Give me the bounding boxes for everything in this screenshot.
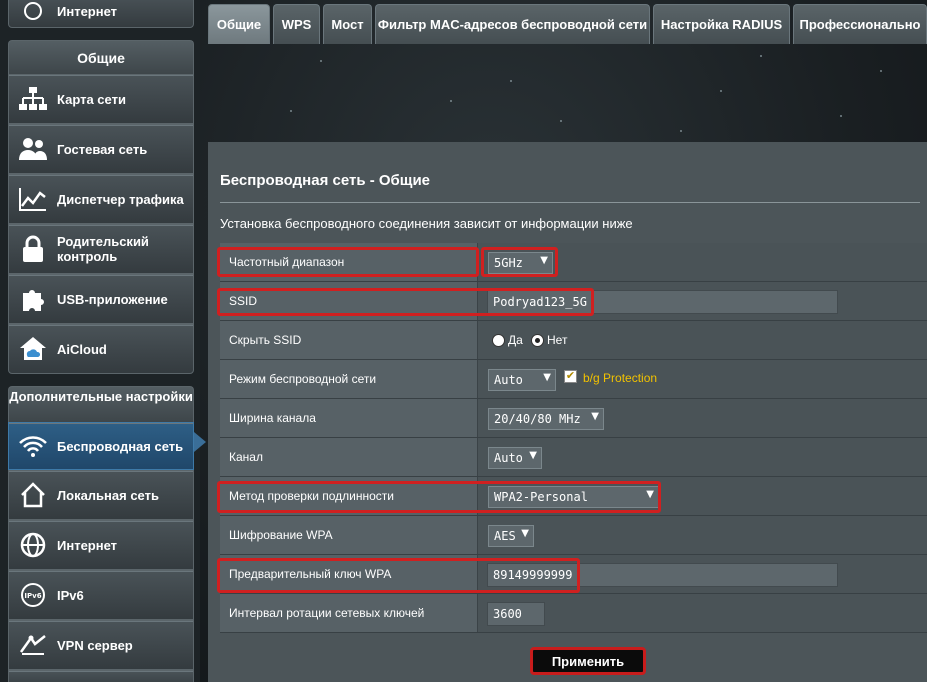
tab-wps[interactable]: WPS (273, 4, 320, 44)
tab-mac-filter[interactable]: Фильтр MAC-адресов беспроводной сети (375, 4, 650, 44)
sidebar-group-advanced: Дополнительные настройки (8, 386, 194, 422)
home-icon (13, 475, 53, 515)
panel-description: Установка беспроводного соединения завис… (220, 216, 633, 231)
bg-protection-label: b/g Protection (583, 371, 658, 385)
sidebar-item-label: USB-приложение (57, 291, 168, 307)
apply-button[interactable]: Применить (530, 647, 646, 675)
sidebar-item-label: Родительский контроль (57, 234, 149, 264)
row-rekey-interval: Интервал ротации сетевых ключей 3600 (220, 594, 927, 633)
hide-ssid-no-label: Нет (547, 333, 568, 347)
vpn-icon (13, 625, 53, 665)
globe-icon (13, 525, 53, 565)
star-decoration (290, 110, 292, 112)
star-decoration (720, 90, 722, 92)
tab-general[interactable]: Общие (208, 4, 270, 44)
sidebar-item-aicloud[interactable]: AiCloud (8, 324, 194, 374)
channel-width-select[interactable]: 20/40/80 MHz ▼ (488, 408, 604, 430)
wireless-mode-value: Auto (494, 373, 523, 387)
traffic-chart-icon (13, 179, 53, 219)
wpa-encryption-value: AES (494, 529, 516, 543)
divider (220, 202, 920, 203)
row-hide-ssid: Скрыть SSID Да Нет (220, 321, 927, 360)
sidebar-item-traffic-manager[interactable]: Диспетчер трафика (8, 174, 194, 224)
sidebar-item-label: Интернет (57, 537, 118, 553)
highlight-wpa-psk (217, 558, 580, 593)
star-decoration (450, 100, 452, 102)
star-decoration (840, 115, 842, 117)
page-title: Беспроводная сеть - Общие (220, 172, 431, 189)
chevron-down-icon: ▼ (521, 528, 529, 539)
sidebar-item-label: Беспроводная сеть (57, 438, 184, 454)
sidebar-item-ipv6[interactable]: IPv6 IPv6 (8, 570, 194, 620)
sidebar-item-label: AiCloud (57, 341, 107, 357)
channel-select[interactable]: Auto ▼ (488, 447, 542, 469)
chevron-down-icon: ▼ (529, 450, 537, 461)
star-decoration (560, 120, 562, 122)
sidebar-item-next[interactable] (8, 670, 194, 682)
hide-ssid-no-radio[interactable] (531, 334, 544, 347)
hide-ssid-yes-label: Да (508, 333, 523, 347)
settings-panel: Беспроводная сеть - Общие Установка бесп… (208, 142, 927, 682)
bg-protection-checkbox[interactable]: ✔ (564, 370, 577, 383)
row-channel: Канал Auto ▼ (220, 438, 927, 477)
chevron-down-icon: ▼ (543, 372, 551, 383)
sidebar-item-guest-network[interactable]: Гостевая сеть (8, 124, 194, 174)
wireless-mode-select[interactable]: Auto ▼ (488, 369, 556, 391)
sidebar-item-network-map[interactable]: Карта сети (8, 74, 194, 124)
sidebar-item-label: VPN сервер (57, 637, 133, 653)
lock-icon (13, 229, 53, 269)
active-indicator-arrow (194, 432, 206, 452)
highlight-band-label (217, 247, 479, 277)
globe-icon (13, 0, 53, 31)
star-decoration (320, 60, 322, 62)
channel-width-label: Ширина канала (220, 399, 478, 437)
sidebar-item-label: Диспетчер трафика (57, 191, 184, 207)
chevron-down-icon: ▼ (591, 411, 599, 422)
sidebar: Интернет Общие Карта сети Гостевая сеть … (0, 0, 206, 682)
channel-value: Auto (494, 451, 523, 465)
sidebar-item-usb-app[interactable]: USB-приложение (8, 274, 194, 324)
hide-ssid-yes-radio[interactable] (492, 334, 505, 347)
sidebar-item-label: Гостевая сеть (57, 141, 148, 157)
star-decoration (510, 80, 512, 82)
hide-ssid-label: Скрыть SSID (220, 321, 478, 359)
sidebar-item-label: Карта сети (57, 91, 126, 107)
wireless-mode-label: Режим беспроводной сети (220, 360, 478, 398)
network-map-icon (13, 79, 53, 119)
row-wpa-encryption: Шифрование WPA AES ▼ (220, 516, 927, 555)
star-decoration (760, 55, 762, 57)
highlight-band-select (481, 247, 558, 277)
svg-text:IPv6: IPv6 (24, 592, 41, 600)
star-decoration (680, 130, 682, 132)
sidebar-item-internet[interactable]: Интернет (8, 520, 194, 570)
sidebar-item-wireless[interactable]: Беспроводная сеть (8, 422, 194, 470)
star-decoration (880, 70, 882, 72)
sidebar-item-parental-control[interactable]: Родительский контроль (8, 224, 194, 274)
wpa-encryption-select[interactable]: AES ▼ (488, 525, 534, 547)
wifi-icon (13, 426, 53, 466)
sidebar-item-label: Локальная сеть (57, 487, 159, 503)
sidebar-item-lan[interactable]: Локальная сеть (8, 470, 194, 520)
ipv6-icon: IPv6 (13, 575, 53, 615)
sidebar-item-label: IPv6 (57, 587, 84, 603)
tab-professional[interactable]: Профессионально (793, 4, 927, 44)
wpa-encryption-label: Шифрование WPA (220, 516, 478, 554)
guest-users-icon (13, 129, 53, 169)
sidebar-item-label: Интернет (57, 3, 118, 19)
rekey-interval-input[interactable]: 3600 (487, 602, 545, 626)
tab-radius[interactable]: Настройка RADIUS (653, 4, 790, 44)
rekey-interval-label: Интервал ротации сетевых ключей (220, 594, 478, 632)
tab-bridge[interactable]: Мост (323, 4, 372, 44)
cloud-home-icon (13, 329, 53, 369)
highlight-ssid (217, 288, 594, 316)
channel-label: Канал (220, 438, 478, 476)
highlight-auth-method (217, 481, 661, 513)
puzzle-icon (13, 279, 53, 319)
row-channel-width: Ширина канала 20/40/80 MHz ▼ (220, 399, 927, 438)
sidebar-item-internet-top[interactable]: Интернет (8, 0, 194, 28)
sidebar-group-general: Общие (8, 40, 194, 74)
row-wireless-mode: Режим беспроводной сети Auto ▼ ✔ b/g Pro… (220, 360, 927, 399)
channel-width-value: 20/40/80 MHz (494, 412, 581, 426)
sidebar-item-vpn[interactable]: VPN сервер (8, 620, 194, 670)
